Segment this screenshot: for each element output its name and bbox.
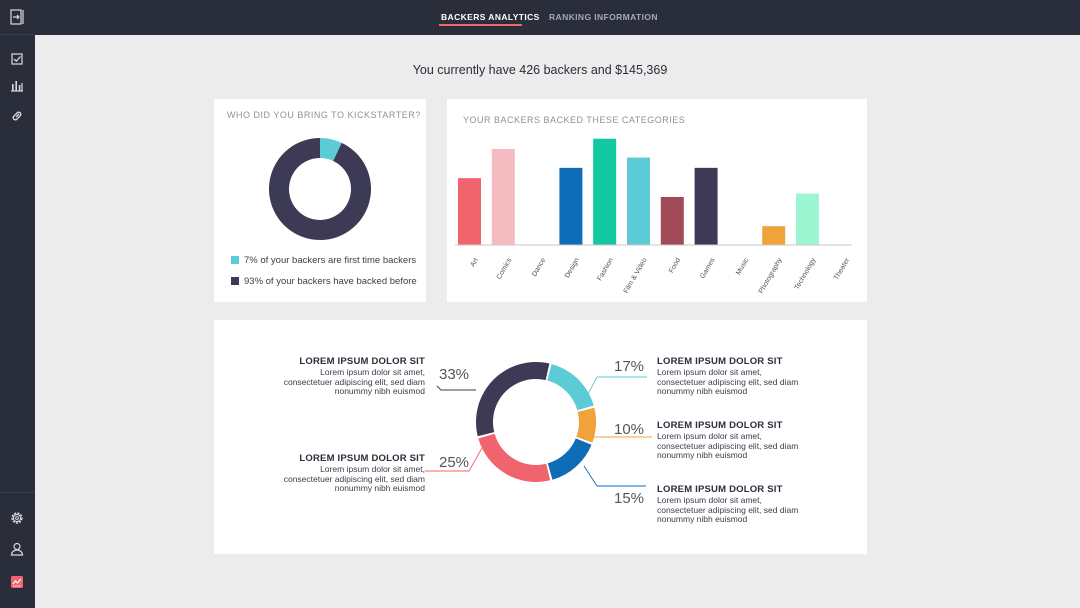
- breakdown-slice-15pct: [547, 438, 592, 480]
- bar-art: [458, 178, 481, 245]
- annotation-body-15: Lorem ipsum dolor sit amet, consectetuer…: [657, 495, 799, 524]
- bar-fashion: [593, 138, 617, 245]
- pct-label-10: 10%: [614, 421, 645, 438]
- backer-type-slice-2: [269, 138, 371, 240]
- first-time-backers-title: WHO DID YOU BRING TO KICKSTARTER?: [227, 110, 421, 120]
- bar-chart-icon[interactable]: [8, 77, 26, 95]
- annotation-title-33: LOREM IPSUM DOLOR SIT: [299, 356, 425, 367]
- pct-label-17: 17%: [614, 358, 645, 375]
- annotation-body-17: Lorem ipsum dolor sit amet, consectetuer…: [657, 367, 799, 396]
- annotation-title-17: LOREM IPSUM DOLOR SIT: [657, 356, 783, 367]
- leader-line-33: [436, 385, 476, 391]
- bar-technology: [796, 193, 819, 245]
- legend-swatch-backed-before: [231, 277, 239, 285]
- annotation-title-10: LOREM IPSUM DOLOR SIT: [657, 420, 783, 431]
- legend-swatch-first-time: [231, 256, 239, 264]
- bar-games: [694, 167, 718, 245]
- bar-photography: [762, 226, 786, 245]
- sidebar-divider: [0, 492, 35, 493]
- page-headline: You currently have 426 backers and $145,…: [412, 63, 668, 77]
- annotation-title-15: LOREM IPSUM DOLOR SIT: [657, 484, 783, 495]
- top-navigation: BACKERS ANALYTICS RANKING INFORMATION: [35, 0, 1080, 35]
- active-tab-indicator: [439, 24, 522, 26]
- categories-card: YOUR BACKERS BACKED THESE CATEGORIES Art…: [447, 99, 867, 302]
- settings-icon[interactable]: [8, 509, 26, 527]
- pct-label-33: 33%: [439, 366, 470, 383]
- bar-food: [660, 197, 684, 245]
- pct-label-25: 25%: [439, 454, 470, 471]
- stats-card-icon[interactable]: [8, 573, 26, 591]
- legend-item-backed-before: 93% of your backers have backed before: [231, 276, 417, 287]
- tab-backers-analytics[interactable]: BACKERS ANALYTICS: [441, 12, 540, 22]
- annotation-title-25: LOREM IPSUM DOLOR SIT: [299, 453, 425, 464]
- legend-label-first-time: 7% of your backers are first time backer…: [244, 255, 417, 266]
- bar-comics: [491, 149, 515, 245]
- breakdown-slice-33pct: [476, 362, 550, 437]
- user-icon[interactable]: [8, 540, 26, 558]
- first-time-backers-donut: [269, 138, 371, 240]
- legend-item-first-time: 7% of your backers are first time backer…: [231, 255, 416, 266]
- leader-line-15: [583, 465, 646, 487]
- annotation-body-33: Lorem ipsum dolor sit amet, consectetuer…: [283, 367, 425, 396]
- tab-ranking-information[interactable]: RANKING INFORMATION: [549, 12, 658, 22]
- first-time-backers-card: WHO DID YOU BRING TO KICKSTARTER? 7% of …: [214, 99, 426, 302]
- legend-label-backed-before: 93% of your backers have backed before: [244, 276, 417, 287]
- pct-label-15: 15%: [614, 490, 645, 507]
- annotation-body-10: Lorem ipsum dolor sit amet, consectetuer…: [657, 431, 799, 460]
- bar-design: [559, 167, 583, 245]
- sidebar: [0, 0, 35, 608]
- breakdown-card: LOREM IPSUM DOLOR SIT Lorem ipsum dolor …: [214, 320, 867, 554]
- sidebar-header: [0, 0, 35, 35]
- annotation-body-25: Lorem ipsum dolor sit amet, consectetuer…: [283, 464, 425, 493]
- collapse-sidebar-icon[interactable]: [8, 8, 26, 26]
- breakdown-slice-17pct: [547, 364, 594, 411]
- link-icon[interactable]: [8, 107, 26, 125]
- bar-film-video: [627, 157, 650, 245]
- breakdown-slice-25pct: [478, 433, 551, 482]
- leader-line-17: [585, 376, 647, 399]
